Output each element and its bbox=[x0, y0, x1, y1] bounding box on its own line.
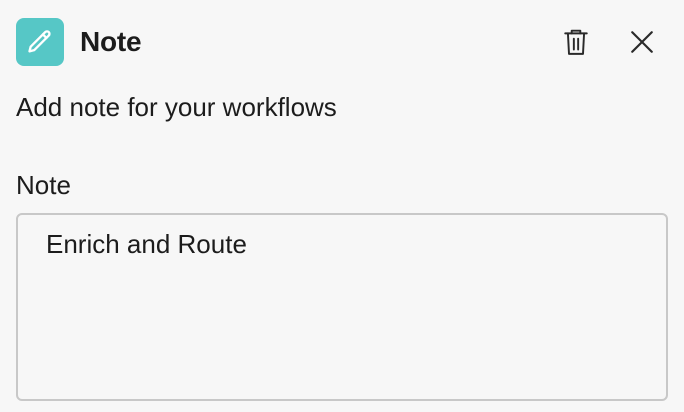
trash-icon bbox=[564, 29, 588, 55]
delete-button[interactable] bbox=[556, 22, 596, 62]
note-textarea[interactable]: Enrich and Route bbox=[16, 213, 668, 401]
note-field-label: Note bbox=[16, 170, 71, 200]
panel-header: Note bbox=[16, 18, 666, 66]
close-button[interactable] bbox=[622, 22, 662, 62]
note-panel: Note Add note for your workflows Note En… bbox=[0, 0, 684, 412]
close-icon bbox=[631, 31, 653, 53]
panel-description: Add note for your workflows bbox=[16, 92, 337, 122]
pencil-icon bbox=[16, 18, 64, 66]
panel-title: Note bbox=[80, 26, 142, 57]
